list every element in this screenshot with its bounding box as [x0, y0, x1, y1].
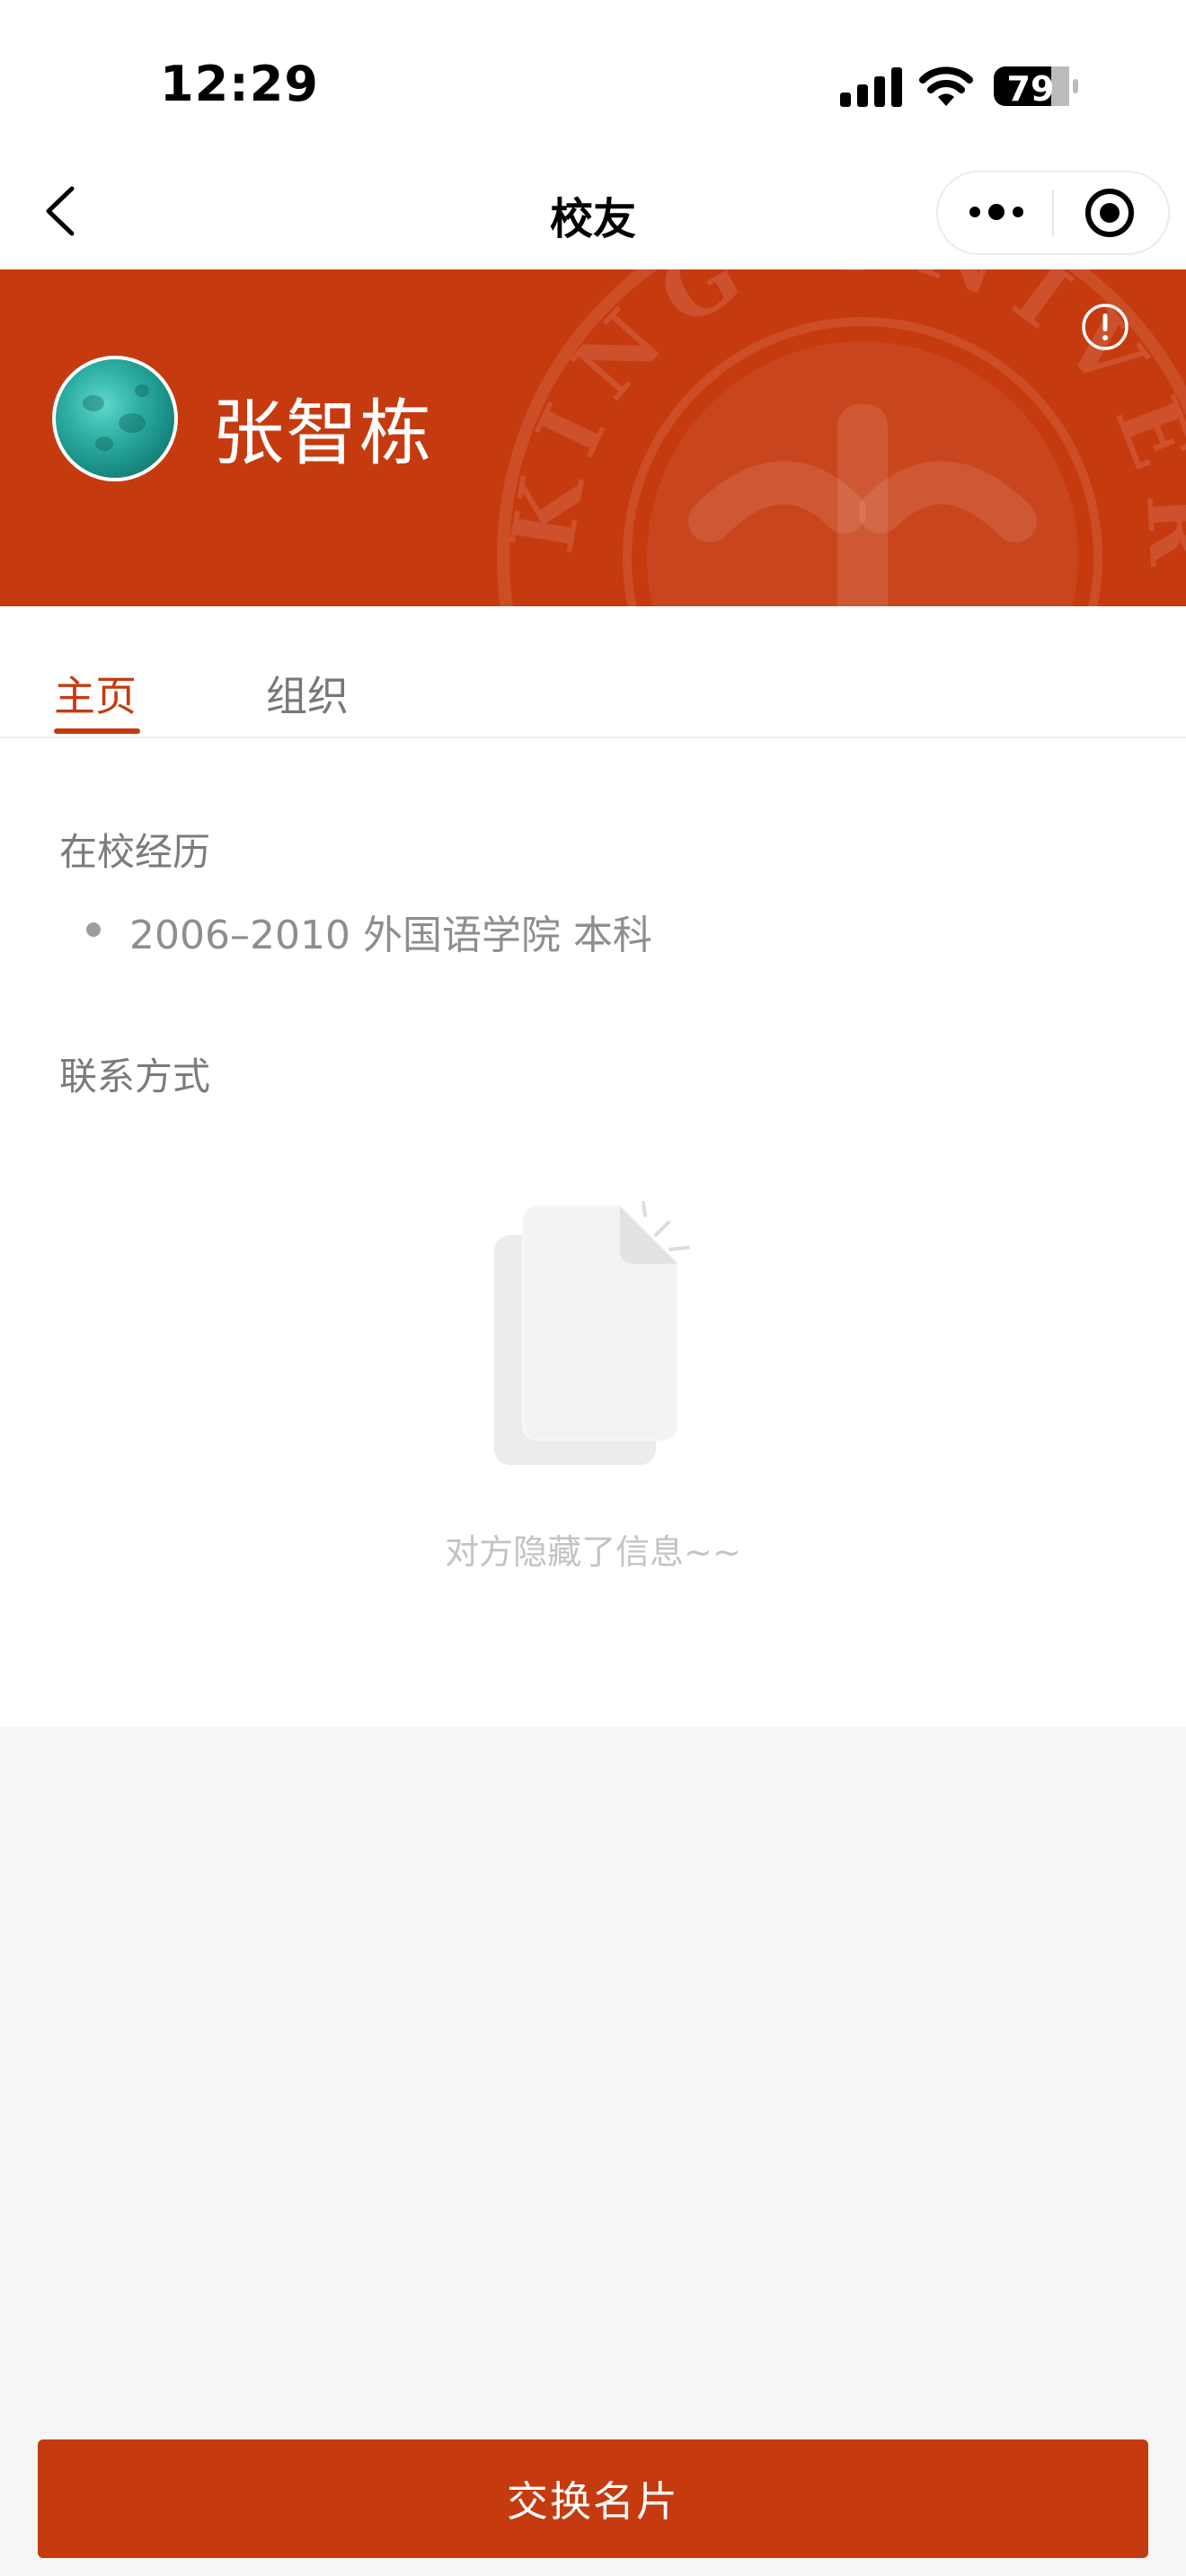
signal-icon — [840, 67, 902, 107]
active-tab-indicator — [54, 728, 140, 734]
status-bar: 12:29 79 — [0, 0, 1186, 162]
exchange-card-button[interactable]: 交换名片 — [38, 2439, 1148, 2558]
battery-icon: 79 — [992, 63, 1082, 110]
profile-banner: KING UNIVER 张智栋 — [0, 269, 1186, 606]
target-icon[interactable] — [1082, 185, 1137, 241]
wifi-icon — [919, 66, 973, 106]
nav-bar: 校友 — [0, 162, 1186, 269]
list-bullet — [86, 922, 101, 937]
contact-section-title: 联系方式 — [59, 1054, 211, 1098]
tab-home[interactable]: 主页 — [54, 664, 137, 723]
education-section-title: 在校经历 — [59, 830, 211, 874]
avatar[interactable] — [52, 356, 178, 481]
education-item: 2006–2010 外国语学院 本科 — [129, 913, 652, 958]
info-icon[interactable] — [1080, 302, 1130, 352]
capsule-divider — [1052, 190, 1054, 235]
more-icon[interactable] — [967, 190, 1026, 234]
profile-content: 主页 组织 在校经历 2006–2010 外国语学院 本科 联系方式 对方隐藏了… — [0, 606, 1186, 1727]
profile-name: 张智栋 — [212, 392, 433, 475]
battery-level: 79 — [1006, 69, 1055, 109]
mini-program-capsule — [936, 171, 1170, 255]
empty-document-icon — [494, 1201, 690, 1465]
tab-bar: 主页 组织 — [0, 606, 1186, 738]
status-time: 12:29 — [160, 56, 319, 112]
empty-state-message: 对方隐藏了信息~~ — [445, 1532, 741, 1572]
tab-organization[interactable]: 组织 — [266, 664, 349, 723]
